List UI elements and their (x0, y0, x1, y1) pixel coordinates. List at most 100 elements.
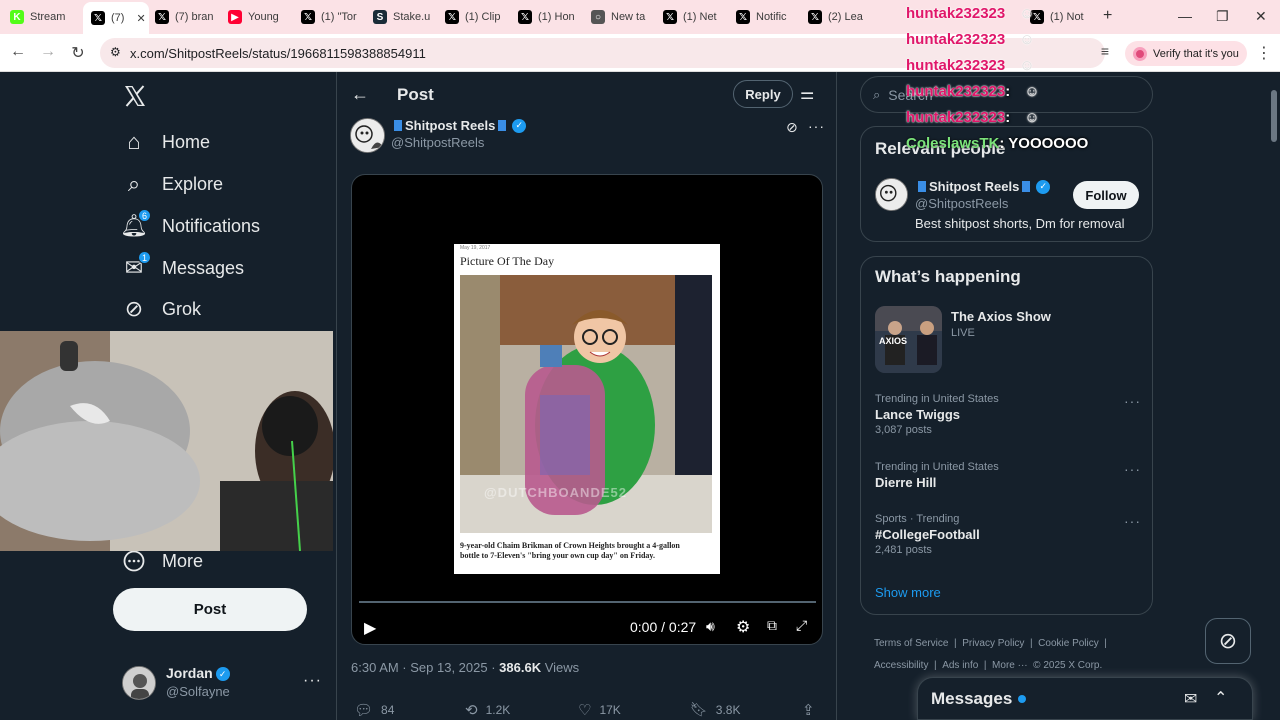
share-icon[interactable]: ⇪ (802, 701, 815, 719)
settings-gear-icon[interactable]: ⚙ (736, 617, 750, 637)
tab-label: (1) "Tor (321, 11, 357, 23)
picture-in-picture-icon[interactable]: ⧉ (767, 617, 777, 634)
grok-floating-button[interactable]: ⊘ (1205, 618, 1251, 664)
site-info-icon[interactable]: ⚙ (110, 45, 121, 59)
trend-context: Sports · Trending (875, 513, 960, 525)
trend-more-icon[interactable]: ··· (1124, 461, 1141, 477)
browser-tab[interactable]: 𝕏 (1) "Tor (301, 6, 361, 28)
like-stat[interactable]: ♡ 17K (578, 701, 621, 719)
live-status: LIVE (951, 327, 975, 339)
reload-icon[interactable]: ↻ (68, 43, 88, 63)
nav-item-grok[interactable]: ⊘ Grok (122, 296, 201, 321)
live-title[interactable]: The Axios Show (951, 309, 1051, 324)
volume-icon[interactable]: 🔊︎ (706, 618, 715, 635)
trend-item[interactable]: Trending in United States Dierre Hill (875, 461, 999, 490)
verify-identity-button[interactable]: Verify that it's you (1125, 41, 1247, 66)
author-name[interactable]: Shitpost Reels ✓ (391, 118, 527, 133)
chat-emote-icon: ☺ (1020, 83, 1040, 100)
browser-menu-icon[interactable]: ⋮ (1254, 43, 1274, 63)
post-button[interactable]: Post (113, 588, 307, 631)
browser-tab[interactable]: S Stake.u (373, 6, 433, 28)
x-logo-icon[interactable] (123, 84, 147, 108)
scrollbar-thumb[interactable] (1271, 90, 1277, 142)
author-avatar[interactable] (350, 118, 385, 153)
nav-item-explore[interactable]: ⌕ Explore (122, 171, 223, 196)
tab-label: (7) (111, 12, 125, 24)
browser-tab[interactable]: 𝕏 (2) Lea (808, 6, 868, 28)
footer-link[interactable]: More ··· (992, 660, 1028, 671)
browser-tab[interactable]: 𝕏 (7) ✕ (83, 2, 149, 34)
back-arrow-icon[interactable]: ← (351, 84, 369, 105)
close-window-icon[interactable]: ✕ (1255, 8, 1267, 25)
footer-link[interactable]: Terms of Service (874, 638, 948, 649)
browser-tab[interactable]: 𝕏 (1) Net (663, 6, 723, 28)
trend-name: Lance Twiggs (875, 407, 960, 422)
axios-thumbnail[interactable]: AXIOS (875, 306, 942, 373)
tab-label: New ta (611, 11, 646, 23)
new-message-icon[interactable]: ✉ (1184, 689, 1197, 709)
footer-link[interactable]: Ads info (942, 660, 978, 671)
repost-stat[interactable]: ⟲ 1.2K (465, 701, 510, 719)
back-icon[interactable]: ← (8, 43, 28, 61)
nav-item-home[interactable]: ⌂ Home (122, 129, 210, 154)
show-more-link[interactable]: Show more (875, 585, 941, 600)
browser-tab[interactable]: 𝕏 (7) bran (155, 6, 215, 28)
browser-tab[interactable]: ○ New ta (591, 6, 651, 28)
play-icon[interactable]: ▶ (364, 618, 376, 638)
footer-links: Terms of Service | Privacy Policy | Cook… (874, 638, 1107, 671)
verified-badge-icon: ✓ (512, 118, 527, 133)
grok-explain-icon[interactable]: ⊘ (786, 119, 798, 136)
browser-tab[interactable]: 𝕏 (1) Hon (518, 6, 578, 28)
reply-stat[interactable]: 💬︎ 84 (354, 701, 394, 719)
forward-icon[interactable]: → (38, 43, 58, 61)
tab-label: (2) Lea (828, 11, 863, 23)
account-menu-icon[interactable]: ··· (303, 672, 322, 690)
trend-posts: 3,087 posts (875, 424, 932, 436)
post-time-text: 6:30 AM · Sep 13, 2025 · (351, 660, 500, 675)
browser-tab[interactable]: 𝕏 Notific (736, 6, 796, 28)
relevant-name[interactable]: Shitpost Reels ✓ (915, 179, 1051, 194)
fullscreen-icon[interactable]: ⤢ (796, 617, 807, 634)
trend-more-icon[interactable]: ··· (1124, 513, 1141, 529)
footer-link[interactable]: Cookie Policy (1038, 638, 1099, 649)
video-progress-track[interactable] (359, 601, 816, 603)
minimize-icon[interactable]: — (1178, 8, 1192, 24)
account-avatar[interactable] (122, 666, 156, 700)
page-scrollbar[interactable] (1268, 72, 1280, 720)
filter-sliders-icon[interactable]: ⚌ (800, 84, 814, 104)
new-tab-icon[interactable]: + (1103, 7, 1112, 25)
account-name[interactable]: Jordan ✓ (166, 665, 230, 682)
nav-label: Messages (162, 257, 245, 278)
clipping-heading: Picture Of The Day (460, 254, 555, 268)
footer-link[interactable]: Privacy Policy (962, 638, 1024, 649)
trend-item[interactable]: Sports · Trending #CollegeFootball 2,481… (875, 513, 980, 556)
post-more-icon[interactable]: ··· (808, 118, 825, 134)
nav-item-more[interactable]: More (122, 549, 203, 573)
follow-button[interactable]: Follow (1073, 181, 1139, 209)
trend-item[interactable]: Trending in United States Lance Twiggs 3… (875, 393, 999, 436)
blue-square-emoji-icon (918, 181, 926, 192)
reply-icon: 💬︎ (354, 702, 374, 719)
bookmark-stat[interactable]: 🔖︎ 3.8K (690, 701, 740, 718)
post-column: ← Post Reply ⚌ Shitpost Reels ✓ @Shitpost… (336, 72, 837, 720)
messages-drawer[interactable]: Messages ✉ ⌃ (917, 677, 1253, 720)
restore-icon[interactable]: ❐ (1216, 8, 1229, 25)
trend-more-icon[interactable]: ··· (1124, 393, 1141, 409)
relevant-avatar[interactable] (875, 178, 908, 211)
nav-item-notifications[interactable]: 🔔︎ 6 Notifications (120, 209, 260, 238)
trend-posts: 2,481 posts (875, 544, 932, 556)
author-handle[interactable]: @ShitpostReels (391, 135, 484, 150)
close-tab-icon[interactable]: ✕ (136, 12, 145, 25)
browser-tab[interactable]: 𝕏 (1) Clip (445, 6, 505, 28)
relevant-handle: @ShitpostReels (915, 196, 1009, 211)
heart-icon: ♡ (578, 702, 592, 719)
browser-tab[interactable]: 𝕏 (1) Not (1030, 6, 1090, 28)
expand-chevron-icon[interactable]: ⌃ (1214, 688, 1227, 708)
nav-item-messages[interactable]: ✉ 1 Messages (122, 251, 245, 280)
browser-tab[interactable]: K Stream (10, 6, 70, 28)
media-icon[interactable]: ≡ (1095, 43, 1115, 59)
reply-button[interactable]: Reply (733, 80, 793, 108)
browser-tab[interactable]: ▶ Young (228, 6, 288, 28)
footer-link[interactable]: Accessibility (874, 660, 928, 671)
video-player[interactable]: May 19, 2017 Picture Of The Day @DUTCHBO… (351, 174, 823, 645)
